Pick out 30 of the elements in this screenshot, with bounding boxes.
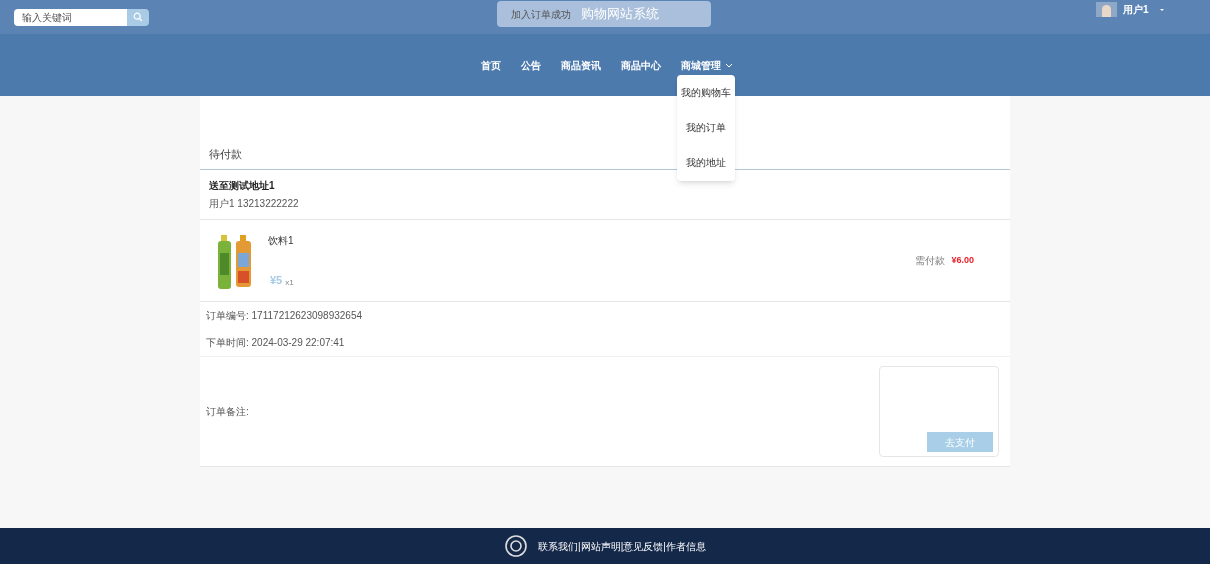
- nav-link[interactable]: 公告: [521, 57, 541, 73]
- product-price: ¥5: [270, 273, 283, 288]
- menu-item[interactable]: 我的地址: [686, 155, 726, 171]
- order-status: 待付款: [209, 147, 242, 163]
- caret-icon[interactable]: [1158, 7, 1165, 12]
- user-name[interactable]: 用户1: [1123, 2, 1149, 17]
- search-icon: [133, 12, 143, 22]
- amount-due-label: 需付款: [915, 254, 946, 268]
- site-title: 购物网站系统: [581, 5, 659, 24]
- nav-link[interactable]: 商城管理: [681, 57, 733, 73]
- menu-item[interactable]: 我的购物车: [681, 84, 731, 100]
- menu-item[interactable]: 我的订单: [686, 120, 726, 135]
- product-name: 饮料1: [268, 233, 294, 248]
- remark-label: 订单备注:: [206, 405, 249, 419]
- toast-text: 加入订单成功: [511, 7, 571, 22]
- search-button[interactable]: [127, 8, 149, 26]
- nav-link[interactable]: 商品资讯: [561, 57, 601, 73]
- nav-link[interactable]: 首页: [481, 57, 501, 73]
- search-field[interactable]: 输入关键词: [14, 8, 127, 26]
- order-info-text: 订单编号: 17117212623098932654: [206, 309, 364, 323]
- contact-text: 用户1 13213222222: [209, 197, 300, 211]
- chevron-icon: [725, 62, 733, 68]
- footer-links: 联系我们|网站声明|意见反馈|作者信息: [538, 539, 706, 554]
- nav-link[interactable]: 商品中心: [621, 57, 661, 73]
- address-title: 送至测试地址1: [209, 179, 276, 193]
- product-quantity: x1: [285, 276, 294, 289]
- remark-field[interactable]: [879, 366, 999, 457]
- location-icon: [504, 535, 529, 557]
- order-info-text: 下单时间: 2024-03-29 22:07:41: [206, 336, 346, 350]
- amount-due: ¥6.00: [951, 253, 974, 267]
